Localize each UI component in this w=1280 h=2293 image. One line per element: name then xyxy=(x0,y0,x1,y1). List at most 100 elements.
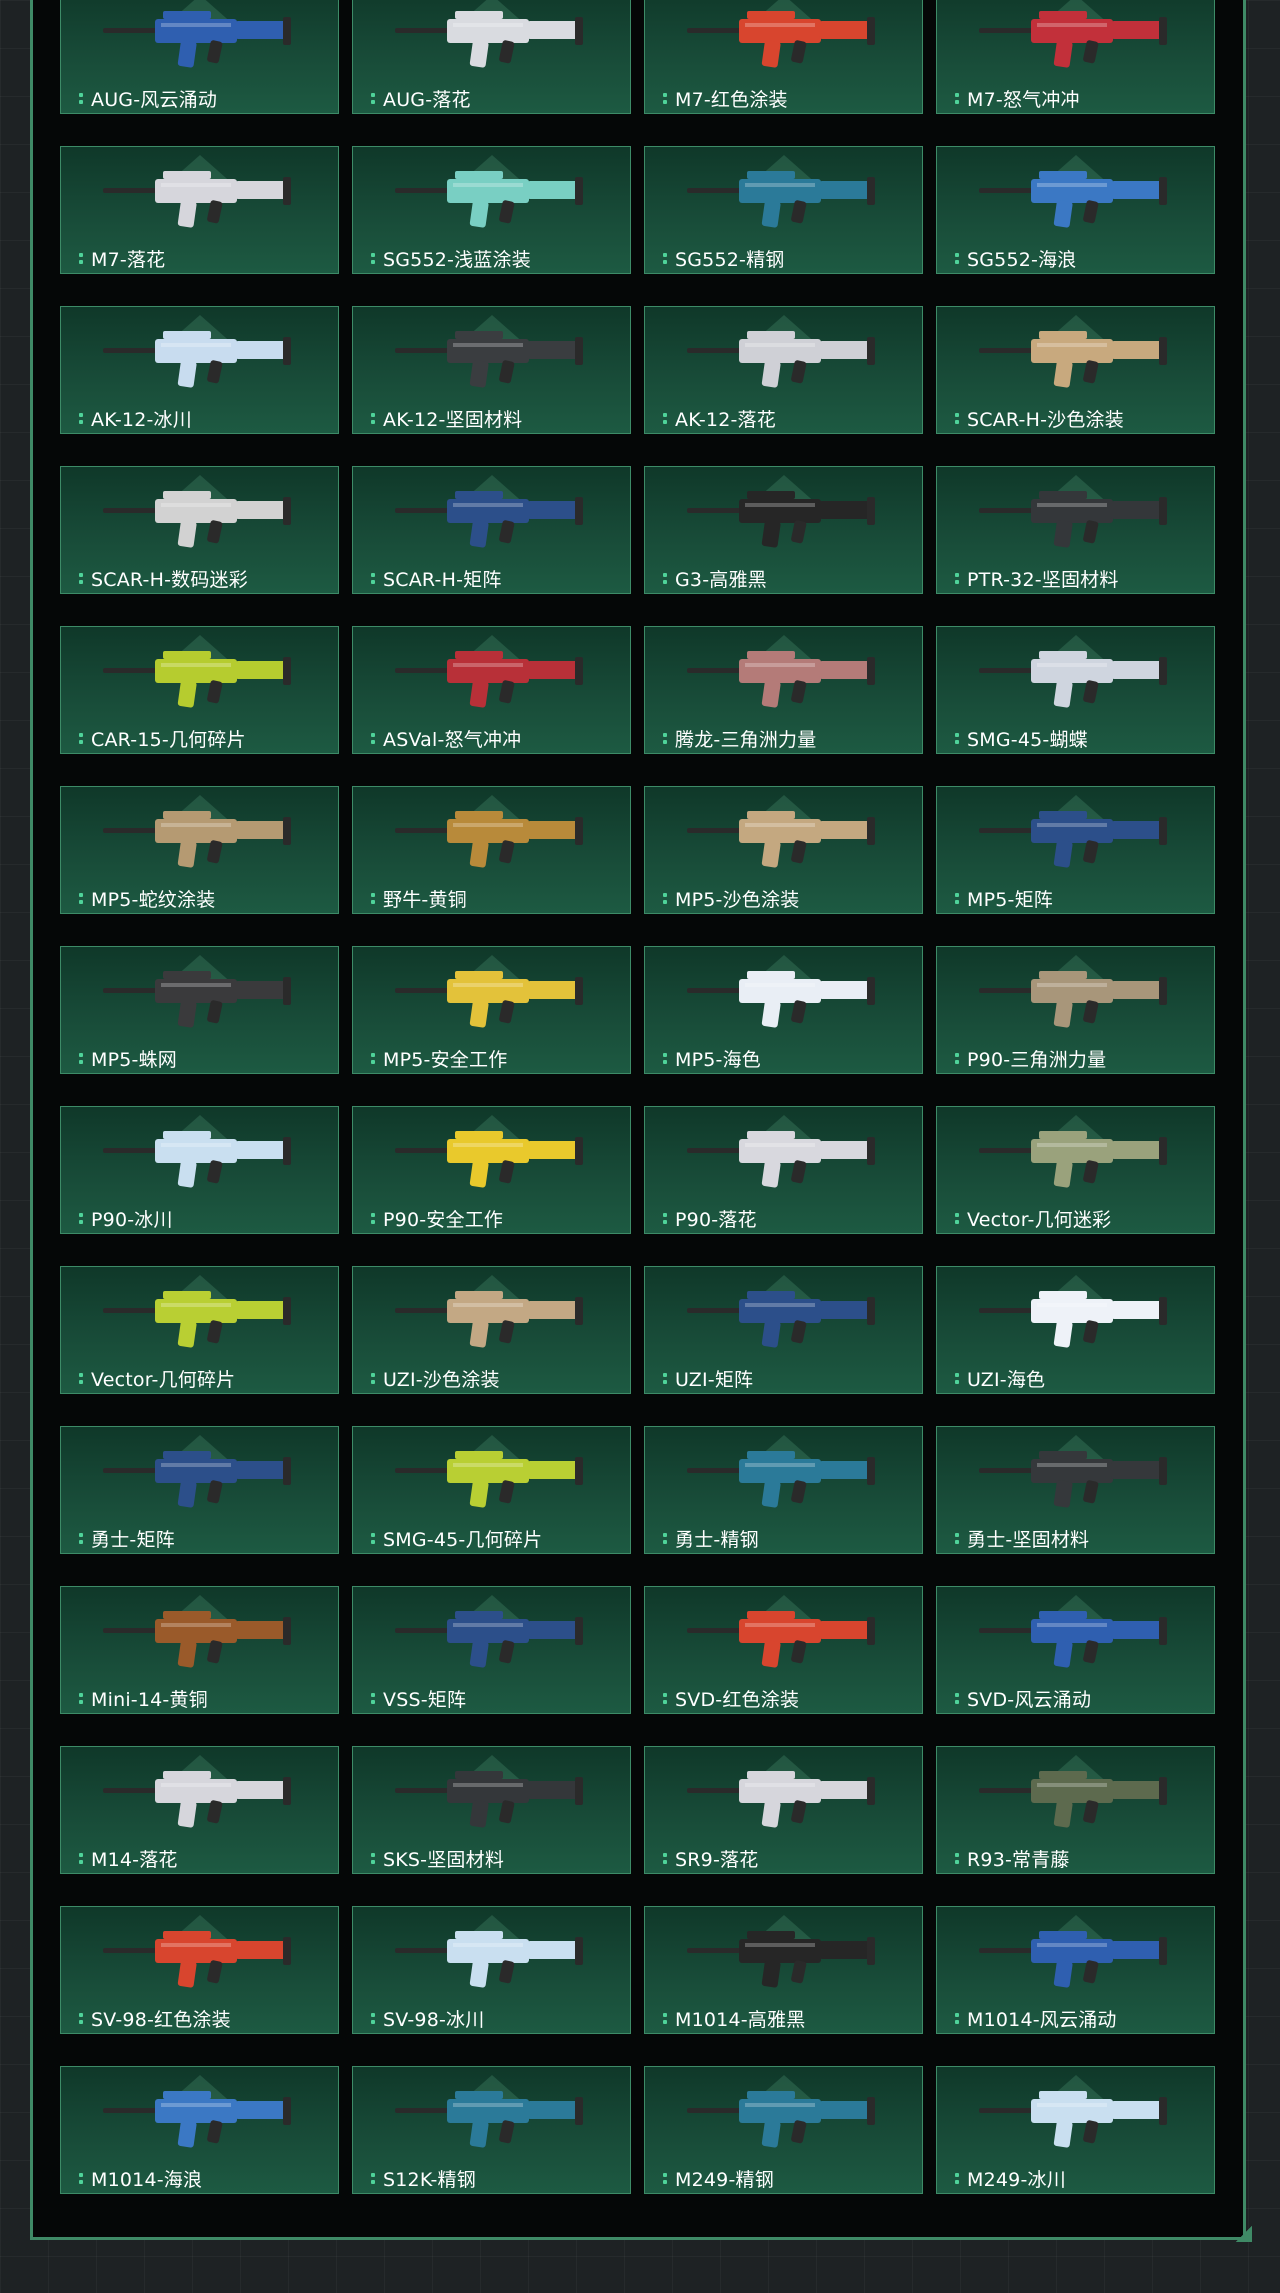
label-dots-icon xyxy=(79,892,83,904)
label-dots-icon xyxy=(371,1212,375,1224)
weapon-skin-card[interactable]: P90-安全工作 xyxy=(352,1106,631,1234)
weapon-image xyxy=(687,1771,875,1828)
weapon-skin-card[interactable]: M7-怒气冲冲 xyxy=(936,0,1215,114)
weapon-skin-card[interactable]: R93-常青藤 xyxy=(936,1746,1215,1874)
weapon-skin-card[interactable]: SCAR-H-矩阵 xyxy=(352,466,631,594)
weapon-skin-label: MP5-沙色涂装 xyxy=(663,886,916,911)
weapon-skin-label: SV-98-红色涂装 xyxy=(79,2006,332,2031)
label-dots-icon xyxy=(663,252,667,264)
weapon-image xyxy=(687,651,875,708)
weapon-skin-card[interactable]: MP5-蛇纹涂装 xyxy=(60,786,339,914)
weapon-skin-card[interactable]: SMG-45-蝴蝶 xyxy=(936,626,1215,754)
weapon-skin-name: SCAR-H-矩阵 xyxy=(383,568,502,591)
weapon-image xyxy=(687,331,875,388)
weapon-skin-name: SMG-45-几何碎片 xyxy=(383,1528,543,1551)
weapon-skin-card[interactable]: MP5-安全工作 xyxy=(352,946,631,1074)
weapon-skin-card[interactable]: UZI-海色 xyxy=(936,1266,1215,1394)
weapon-skin-card[interactable]: 勇士-精钢 xyxy=(644,1426,923,1554)
label-dots-icon xyxy=(955,412,959,424)
weapon-skin-card[interactable]: SG552-海浪 xyxy=(936,146,1215,274)
label-dots-icon xyxy=(371,892,375,904)
weapon-skin-card[interactable]: 野牛-黄铜 xyxy=(352,786,631,914)
weapon-skin-card[interactable]: M1014-风云涌动 xyxy=(936,1906,1215,2034)
label-dots-icon xyxy=(79,252,83,264)
weapon-skin-card[interactable]: SG552-浅蓝涂装 xyxy=(352,146,631,274)
weapon-skin-card[interactable]: M249-精钢 xyxy=(644,2066,923,2194)
weapon-skin-card[interactable]: M7-落花 xyxy=(60,146,339,274)
weapon-skin-name: Vector-几何碎片 xyxy=(91,1368,236,1391)
weapon-image xyxy=(395,491,583,548)
weapon-image xyxy=(687,971,875,1028)
weapon-skin-card[interactable]: SCAR-H-沙色涂装 xyxy=(936,306,1215,434)
weapon-skin-label: SCAR-H-沙色涂装 xyxy=(955,406,1208,431)
weapon-image xyxy=(395,651,583,708)
weapon-skin-card[interactable]: M7-红色涂装 xyxy=(644,0,923,114)
weapon-skin-card[interactable]: M1014-海浪 xyxy=(60,2066,339,2194)
weapon-skin-card[interactable]: SV-98-冰川 xyxy=(352,1906,631,2034)
weapon-skin-card[interactable]: AK-12-坚固材料 xyxy=(352,306,631,434)
weapon-skin-card[interactable]: P90-落花 xyxy=(644,1106,923,1234)
weapon-skin-card[interactable]: SMG-45-几何碎片 xyxy=(352,1426,631,1554)
weapon-skin-label: SCAR-H-矩阵 xyxy=(371,566,624,591)
weapon-skin-label: SG552-海浪 xyxy=(955,246,1208,271)
weapon-image xyxy=(395,1931,583,1988)
label-dots-icon xyxy=(79,1852,83,1864)
weapon-skin-card[interactable]: 勇士-矩阵 xyxy=(60,1426,339,1554)
label-dots-icon xyxy=(371,1532,375,1544)
weapon-skin-name: AK-12-冰川 xyxy=(91,408,192,431)
weapon-skin-label: Vector-几何碎片 xyxy=(79,1366,332,1391)
weapon-skin-card[interactable]: G3-高雅黑 xyxy=(644,466,923,594)
weapon-skin-card[interactable]: CAR-15-几何碎片 xyxy=(60,626,339,754)
weapon-skin-name: M7-怒气冲冲 xyxy=(967,88,1080,111)
weapon-image xyxy=(103,1451,291,1508)
weapon-skin-card[interactable]: UZI-沙色涂装 xyxy=(352,1266,631,1394)
weapon-skin-name: SG552-精钢 xyxy=(675,248,785,271)
weapon-image xyxy=(395,1131,583,1188)
weapon-skin-label: 腾龙-三角洲力量 xyxy=(663,726,916,751)
weapon-skin-card[interactable]: M14-落花 xyxy=(60,1746,339,1874)
weapon-skin-card[interactable]: P90-三角洲力量 xyxy=(936,946,1215,1074)
weapon-skin-card[interactable]: 勇士-坚固材料 xyxy=(936,1426,1215,1554)
weapon-skin-card[interactable]: AK-12-落花 xyxy=(644,306,923,434)
weapon-skin-label: M7-落花 xyxy=(79,246,332,271)
weapon-skin-label: M1014-风云涌动 xyxy=(955,2006,1208,2031)
weapon-skin-card[interactable]: S12K-精钢 xyxy=(352,2066,631,2194)
weapon-skin-card[interactable]: SCAR-H-数码迷彩 xyxy=(60,466,339,594)
weapon-skin-name: UZI-沙色涂装 xyxy=(383,1368,500,1391)
weapon-skin-card[interactable]: SR9-落花 xyxy=(644,1746,923,1874)
weapon-skin-card[interactable]: MP5-沙色涂装 xyxy=(644,786,923,914)
weapon-skin-card[interactable]: SVD-红色涂装 xyxy=(644,1586,923,1714)
weapon-skin-card[interactable]: Vector-几何碎片 xyxy=(60,1266,339,1394)
weapon-skin-card[interactable]: MP5-海色 xyxy=(644,946,923,1074)
weapon-image xyxy=(979,1131,1167,1188)
label-dots-icon xyxy=(663,412,667,424)
weapon-skin-card[interactable]: M1014-高雅黑 xyxy=(644,1906,923,2034)
weapon-image xyxy=(395,1611,583,1668)
weapon-skin-card[interactable]: MP5-矩阵 xyxy=(936,786,1215,914)
weapon-skin-card[interactable]: P90-冰川 xyxy=(60,1106,339,1234)
weapon-skin-card[interactable]: ASVal-怒气冲冲 xyxy=(352,626,631,754)
weapon-skin-card[interactable]: M249-冰川 xyxy=(936,2066,1215,2194)
weapon-skin-name: MP5-海色 xyxy=(675,1048,761,1071)
weapon-skin-label: S12K-精钢 xyxy=(371,2166,624,2191)
weapon-skin-card[interactable]: AK-12-冰川 xyxy=(60,306,339,434)
weapon-skin-label: UZI-沙色涂装 xyxy=(371,1366,624,1391)
weapon-skin-card[interactable]: SV-98-红色涂装 xyxy=(60,1906,339,2034)
weapon-image xyxy=(395,2091,583,2148)
weapon-skin-card[interactable]: Vector-几何迷彩 xyxy=(936,1106,1215,1234)
weapon-skin-label: P90-三角洲力量 xyxy=(955,1046,1208,1071)
weapon-skin-card[interactable]: SVD-风云涌动 xyxy=(936,1586,1215,1714)
weapon-skin-card[interactable]: VSS-矩阵 xyxy=(352,1586,631,1714)
weapon-skin-card[interactable]: UZI-矩阵 xyxy=(644,1266,923,1394)
weapon-skin-card[interactable]: PTR-32-坚固材料 xyxy=(936,466,1215,594)
weapon-image xyxy=(103,1611,291,1668)
weapon-skin-card[interactable]: Mini-14-黄铜 xyxy=(60,1586,339,1714)
weapon-skin-card[interactable]: AUG-落花 xyxy=(352,0,631,114)
weapon-skin-card[interactable]: MP5-蛛网 xyxy=(60,946,339,1074)
weapon-skin-card[interactable]: SKS-坚固材料 xyxy=(352,1746,631,1874)
weapon-skin-name: SCAR-H-沙色涂装 xyxy=(967,408,1124,431)
weapon-skin-card[interactable]: 腾龙-三角洲力量 xyxy=(644,626,923,754)
weapon-skin-name: 勇士-坚固材料 xyxy=(967,1528,1090,1551)
weapon-skin-card[interactable]: AUG-风云涌动 xyxy=(60,0,339,114)
weapon-skin-card[interactable]: SG552-精钢 xyxy=(644,146,923,274)
